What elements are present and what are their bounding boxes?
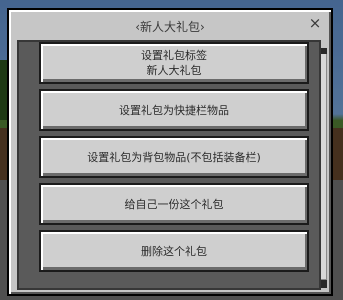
- button-label: 给自己一份这个礼包: [124, 197, 224, 211]
- dialog-title: ‹新人大礼包›: [135, 20, 205, 34]
- close-icon[interactable]: ×: [307, 15, 323, 31]
- set-as-inventory-items-button[interactable]: 设置礼包为背包物品(不包括装备栏): [39, 136, 309, 178]
- button-label: 删除这个礼包: [141, 244, 207, 258]
- options-list: 设置礼包标签 新人大礼包 设置礼包为快捷栏物品 设置礼包为背包物品(不包括装备栏…: [17, 40, 321, 290]
- scrollbar-thumb[interactable]: [321, 54, 327, 280]
- button-label: 设置礼包标签: [141, 49, 207, 62]
- scrollbar-track[interactable]: [321, 48, 327, 288]
- give-self-pack-button[interactable]: 给自己一份这个礼包: [39, 183, 309, 225]
- button-label: 设置礼包为快捷栏物品: [119, 103, 229, 117]
- set-as-hotbar-items-button[interactable]: 设置礼包为快捷栏物品: [39, 89, 309, 131]
- button-sublabel: 新人大礼包: [146, 64, 202, 77]
- set-pack-label-button[interactable]: 设置礼包标签 新人大礼包: [39, 42, 309, 84]
- delete-pack-button[interactable]: 删除这个礼包: [39, 230, 309, 272]
- button-label: 设置礼包为背包物品(不包括装备栏): [87, 150, 261, 164]
- gift-pack-dialog: ‹新人大礼包› × 设置礼包标签 新人大礼包 设置礼包为快捷栏物品 设置礼包为背…: [7, 8, 333, 296]
